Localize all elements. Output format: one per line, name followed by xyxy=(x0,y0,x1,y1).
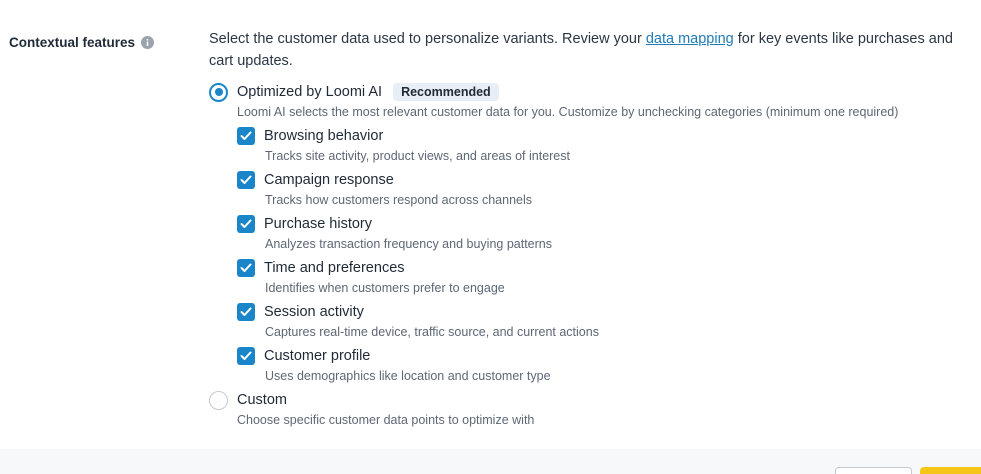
checkmark-icon xyxy=(240,351,252,360)
campaign-response-help: Tracks how customers respond across chan… xyxy=(265,193,533,207)
category-time-and-preferences[interactable]: Time and preferences Identifies when cus… xyxy=(237,257,599,301)
checkmark-icon xyxy=(240,131,252,140)
info-icon[interactable] xyxy=(141,36,155,49)
checkmark-icon xyxy=(240,219,252,228)
custom-radio[interactable] xyxy=(209,390,228,410)
purchase-history-label[interactable]: Purchase history xyxy=(264,216,372,232)
optimized-radio[interactable] xyxy=(209,82,228,102)
contextual-features-content: Select the customer data used to persona… xyxy=(209,28,979,427)
session-activity-help: Captures real-time device, traffic sourc… xyxy=(265,325,599,339)
customer-profile-label[interactable]: Customer profile xyxy=(264,348,370,364)
purchase-history-checkbox[interactable] xyxy=(237,215,255,233)
recommended-badge: Recommended xyxy=(393,83,499,101)
category-session-activity[interactable]: Session activity Captures real-time devi… xyxy=(237,301,599,345)
footer-bar xyxy=(0,449,981,474)
browsing-behavior-label[interactable]: Browsing behavior xyxy=(264,128,383,144)
campaign-response-checkbox[interactable] xyxy=(237,171,255,189)
category-checklist: Browsing behavior Tracks site activity, … xyxy=(237,125,599,389)
checkmark-icon xyxy=(240,175,252,184)
optimized-help: Loomi AI selects the most relevant custo… xyxy=(237,105,899,119)
browsing-behavior-checkbox[interactable] xyxy=(237,127,255,145)
purchase-history-help: Analyzes transaction frequency and buyin… xyxy=(265,237,552,251)
time-and-preferences-checkbox[interactable] xyxy=(237,259,255,277)
custom-help: Choose specific customer data points to … xyxy=(237,413,535,427)
session-activity-label[interactable]: Session activity xyxy=(264,304,364,320)
category-browsing-behavior[interactable]: Browsing behavior Tracks site activity, … xyxy=(237,125,599,169)
custom-label[interactable]: Custom xyxy=(237,392,287,408)
section-title: Contextual features xyxy=(9,35,136,50)
checkmark-icon xyxy=(240,307,252,316)
time-and-preferences-help: Identifies when customers prefer to enga… xyxy=(265,281,505,295)
cancel-button[interactable] xyxy=(835,467,912,474)
contextual-features-label: Contextual features xyxy=(9,35,155,50)
data-mapping-link[interactable]: data mapping xyxy=(646,31,734,47)
checkmark-icon xyxy=(240,263,252,272)
optimized-option[interactable]: Optimized by Loomi AI Recommended Loomi … xyxy=(209,81,898,122)
category-customer-profile[interactable]: Customer profile Uses demographics like … xyxy=(237,345,599,389)
category-campaign-response[interactable]: Campaign response Tracks how customers r… xyxy=(237,169,599,213)
session-activity-checkbox[interactable] xyxy=(237,303,255,321)
custom-option[interactable]: Custom Choose specific customer data poi… xyxy=(209,389,534,430)
section-description: Select the customer data used to persona… xyxy=(209,31,953,69)
optimized-label[interactable]: Optimized by Loomi AI xyxy=(237,84,382,100)
customer-profile-help: Uses demographics like location and cust… xyxy=(265,369,551,383)
browsing-behavior-help: Tracks site activity, product views, and… xyxy=(265,149,570,163)
time-and-preferences-label[interactable]: Time and preferences xyxy=(264,260,405,276)
category-purchase-history[interactable]: Purchase history Analyzes transaction fr… xyxy=(237,213,599,257)
save-button[interactable] xyxy=(920,467,981,474)
campaign-response-label[interactable]: Campaign response xyxy=(264,172,394,188)
customer-profile-checkbox[interactable] xyxy=(237,347,255,365)
